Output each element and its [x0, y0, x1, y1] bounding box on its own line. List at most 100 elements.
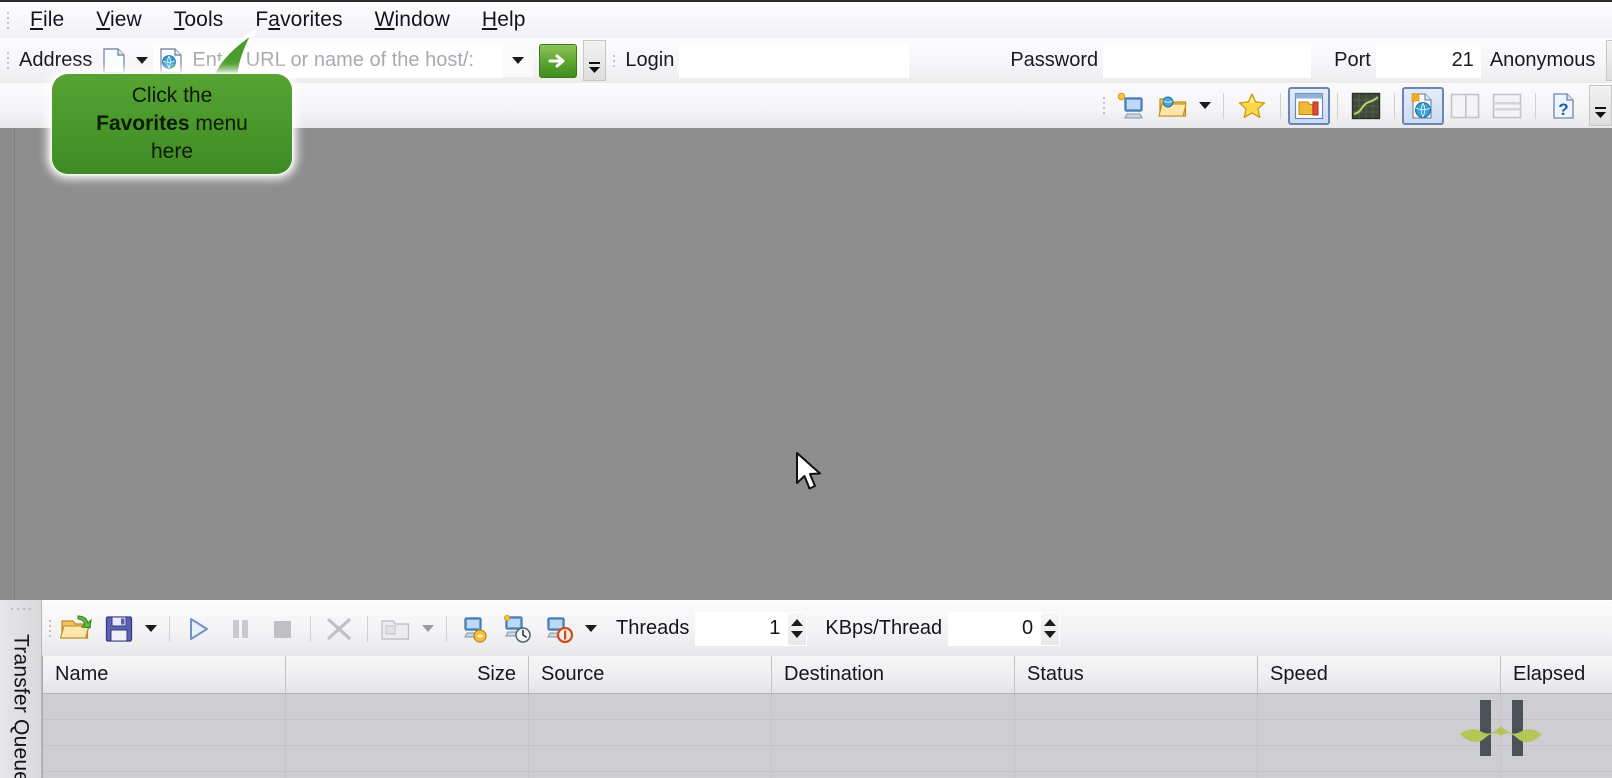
kbps-input[interactable]: 0: [948, 611, 1041, 646]
favorites-star-icon[interactable]: [1231, 87, 1273, 125]
threads-stepper[interactable]: [787, 611, 808, 646]
transfer-later-icon[interactable]: [454, 610, 496, 648]
table-cell[interactable]: [43, 720, 286, 745]
icon-toolbar-overflow-button[interactable]: [1589, 85, 1612, 126]
save-queue-icon[interactable]: [98, 610, 140, 648]
main-workspace[interactable]: [0, 128, 1612, 600]
password-input[interactable]: [1103, 43, 1312, 78]
transfer-queue-table[interactable]: Name Size Source Destination Status Speed Elap…: [42, 656, 1612, 778]
schedule-transfer-icon[interactable]: [496, 610, 538, 648]
anonymous-label[interactable]: Anonymous: [1485, 49, 1601, 72]
port-input[interactable]: 21: [1375, 43, 1481, 78]
table-cell[interactable]: [772, 746, 1015, 771]
workspace-inner[interactable]: [14, 128, 1612, 600]
table-header-source[interactable]: Source: [529, 656, 772, 693]
table-header-status[interactable]: Status: [1015, 656, 1258, 693]
kbps-stepper[interactable]: [1040, 611, 1061, 646]
table-cell[interactable]: [43, 746, 286, 771]
table-header-name[interactable]: Name: [43, 656, 286, 693]
queue-toolbar-separator: [169, 615, 170, 642]
icon-toolbar-grip[interactable]: [1099, 94, 1108, 118]
application-window: File View Tools Favorites Window Help Ad…: [0, 0, 1612, 778]
toolbar-separator: [1280, 92, 1281, 119]
table-cell[interactable]: [529, 720, 772, 745]
address-toolbar-overflow-button[interactable]: [583, 40, 607, 81]
table-cell[interactable]: [43, 694, 286, 719]
table-cell[interactable]: [1501, 772, 1612, 778]
queue-toolbar-separator: [310, 615, 311, 642]
table-cell[interactable]: [1015, 746, 1258, 771]
table-row[interactable]: [43, 720, 1612, 746]
table-cell[interactable]: [286, 720, 529, 745]
mustache-logo: [1458, 698, 1544, 760]
transfer-queue-tab[interactable]: Transfer Queue: [0, 600, 42, 778]
menu-item-file[interactable]: File: [14, 6, 80, 34]
move-to-folder-icon[interactable]: [375, 610, 417, 648]
open-site-folder-icon[interactable]: [1152, 87, 1194, 125]
table-cell[interactable]: [529, 694, 772, 719]
menu-item-help[interactable]: Help: [466, 6, 542, 34]
table-cell[interactable]: [772, 772, 1015, 778]
toolbar-separator: [1535, 92, 1536, 119]
stop-on-error-caret-icon[interactable]: [585, 625, 597, 632]
toolbar-separator: [1223, 92, 1224, 119]
table-header-destination[interactable]: Destination: [772, 656, 1015, 693]
table-cell[interactable]: [1258, 772, 1501, 778]
dual-pane-view-icon[interactable]: [1288, 86, 1330, 125]
menu-item-view[interactable]: View: [80, 6, 158, 34]
split-horizontal-icon[interactable]: [1486, 87, 1528, 125]
remove-item-icon[interactable]: [318, 610, 360, 648]
open-queue-icon[interactable]: [56, 610, 98, 648]
go-button[interactable]: [539, 43, 578, 78]
table-header-elapsed[interactable]: Elapsed: [1501, 656, 1612, 693]
menu-item-window[interactable]: Window: [359, 6, 466, 34]
callout-line-2-tail: menu: [189, 112, 248, 135]
table-cell[interactable]: [43, 772, 286, 778]
login-toolbar-overflow-button[interactable]: [1606, 40, 1612, 81]
save-queue-caret-icon[interactable]: [145, 625, 157, 632]
table-cell[interactable]: [1015, 720, 1258, 745]
callout-body: Click the Favorites menu here: [52, 74, 292, 174]
queue-toolbar-separator: [367, 615, 368, 642]
login-group-grip[interactable]: [609, 49, 618, 73]
open-site-folder-caret-icon[interactable]: [1199, 102, 1211, 109]
callout-line-2: Favorites menu: [86, 110, 258, 138]
stop-on-error-icon[interactable]: [538, 610, 580, 648]
table-cell[interactable]: [286, 746, 529, 771]
move-to-folder-caret-icon[interactable]: [422, 625, 434, 632]
address-toolbar-grip[interactable]: [3, 49, 12, 73]
table-cell[interactable]: [529, 772, 772, 778]
table-cell[interactable]: [1015, 772, 1258, 778]
table-cell[interactable]: [1015, 694, 1258, 719]
transfer-graph-icon[interactable]: [1345, 87, 1387, 125]
table-cell[interactable]: [286, 694, 529, 719]
queue-toolbar-grip[interactable]: [45, 617, 54, 641]
new-site-connection-icon[interactable]: [1110, 87, 1152, 125]
url-dropdown-caret-icon[interactable]: [503, 44, 534, 77]
svg-text:?: ?: [1558, 100, 1568, 119]
start-transfer-icon[interactable]: [177, 610, 219, 648]
mouse-pointer: [795, 452, 825, 496]
stop-transfer-icon[interactable]: [261, 610, 303, 648]
table-cell[interactable]: [772, 720, 1015, 745]
split-vertical-icon[interactable]: [1444, 87, 1486, 125]
table-cell[interactable]: [772, 694, 1015, 719]
pause-transfer-icon[interactable]: [219, 610, 261, 648]
help-icon[interactable]: ?: [1543, 87, 1585, 125]
table-row[interactable]: [43, 746, 1612, 772]
table-body[interactable]: [43, 694, 1612, 778]
port-label: Port: [1334, 49, 1371, 71]
table-cell[interactable]: [286, 772, 529, 778]
queue-tab-grip[interactable]: [10, 608, 31, 610]
table-header-size[interactable]: Size: [286, 656, 529, 693]
table-row[interactable]: [43, 694, 1612, 720]
table-cell[interactable]: [529, 746, 772, 771]
kbps-label: KBps/Thread: [825, 617, 943, 639]
site-globe-icon[interactable]: [1402, 86, 1444, 125]
login-input[interactable]: [679, 43, 910, 78]
menu-bar-grip[interactable]: [3, 8, 12, 32]
table-header-speed[interactable]: Speed: [1258, 656, 1501, 693]
table-row[interactable]: [43, 772, 1612, 778]
threads-input[interactable]: 1: [695, 611, 788, 646]
queue-toolbar-separator: [446, 615, 447, 642]
